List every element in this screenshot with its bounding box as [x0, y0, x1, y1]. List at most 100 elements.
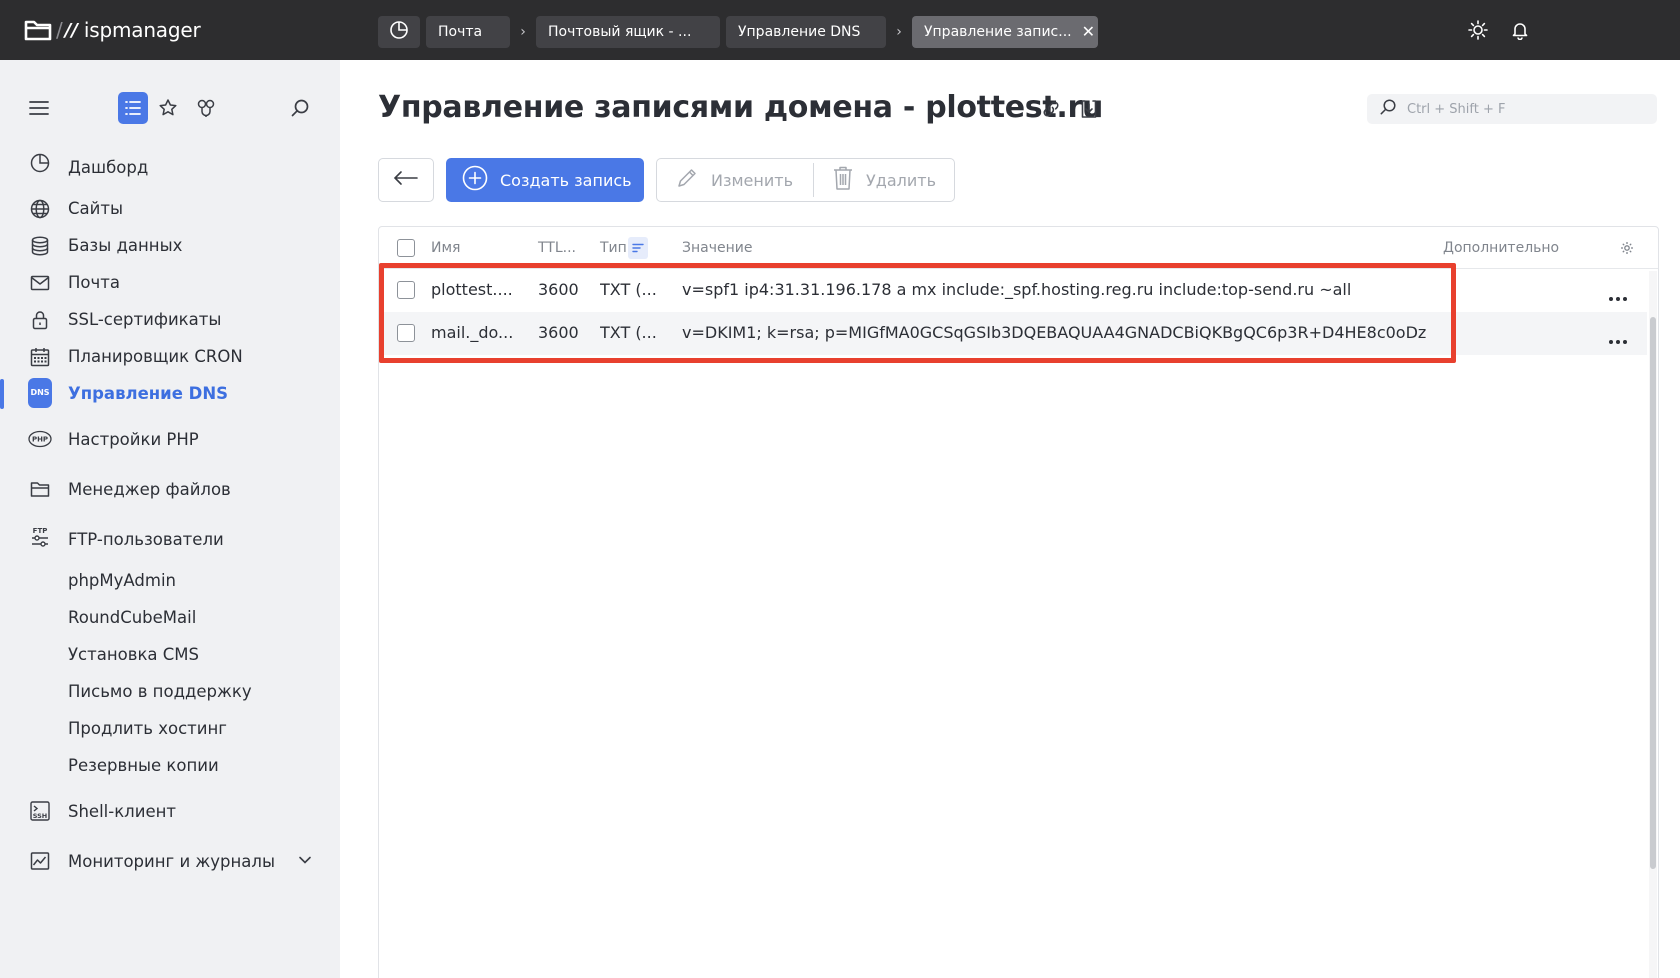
- favorites-star-icon[interactable]: [158, 98, 178, 122]
- title-actions: [1040, 98, 1100, 124]
- delete-button[interactable]: Удалить: [814, 159, 936, 201]
- cell-ttl: 3600: [538, 280, 579, 299]
- breadcrumb-records-label: Управление запис...: [924, 24, 1072, 40]
- breadcrumb-mailbox[interactable]: Почтовый ящик - ...: [536, 16, 720, 48]
- sidebar-item-backups[interactable]: Резервные копии: [0, 747, 340, 784]
- sprout-icon[interactable]: [196, 98, 216, 122]
- sidebar-item-ssl[interactable]: SSL-сертификаты: [0, 301, 340, 338]
- cell-ttl: 3600: [538, 323, 579, 342]
- global-search[interactable]: [1367, 94, 1657, 124]
- download-document-icon[interactable]: [1078, 98, 1100, 124]
- record-actions-group: Изменить Удалить: [656, 158, 955, 202]
- close-icon[interactable]: ✕: [1082, 24, 1095, 40]
- chevron-down-icon[interactable]: [298, 852, 312, 871]
- more-options-icon[interactable]: [1608, 287, 1628, 306]
- breadcrumb: Почта › Почтовый ящик - ... Управление D…: [378, 16, 1098, 48]
- sidebar-toolbar: [28, 92, 318, 124]
- gear-icon[interactable]: [1620, 241, 1634, 259]
- sidebar-item-label: Резервные копии: [68, 756, 219, 775]
- main-content: Управление записями домена - plottest.ru…: [340, 60, 1680, 978]
- chevron-right-icon: ›: [520, 24, 526, 40]
- breadcrumb-dns[interactable]: Управление DNS: [726, 16, 886, 48]
- pencil-icon: [675, 166, 699, 194]
- monitoring-icon: [28, 849, 52, 873]
- column-header-extra[interactable]: Дополнительно: [1443, 240, 1559, 256]
- cell-name: mail._do...: [431, 323, 514, 342]
- row-checkbox[interactable]: [397, 281, 415, 299]
- search-icon: [1379, 98, 1397, 120]
- svg-text:SSH: SSH: [33, 812, 48, 820]
- sidebar-nav: Дашборд Сайты Базы данных Почта SSL-серт…: [0, 144, 340, 884]
- trash-icon: [832, 165, 854, 195]
- theme-sun-icon[interactable]: [1468, 20, 1488, 44]
- table-row[interactable]: mail._do... 3600 TXT (... v=DKIM1; k=rsa…: [379, 312, 1647, 355]
- sidebar-item-mail[interactable]: Почта: [0, 264, 340, 301]
- cell-value: v=spf1 ip4:31.31.196.178 a mx include:_s…: [682, 280, 1352, 299]
- create-record-label: Создать запись: [500, 170, 632, 190]
- table-row[interactable]: plottest.... 3600 TXT (... v=spf1 ip4:31…: [379, 269, 1647, 312]
- sidebar-item-label: Письмо в поддержку: [68, 682, 252, 701]
- global-search-input[interactable]: [1407, 101, 1647, 117]
- chevron-right-icon: ›: [896, 24, 902, 40]
- sidebar-item-dns[interactable]: DNS Управление DNS: [0, 375, 340, 412]
- logo[interactable]: / // ispmanager: [24, 16, 201, 44]
- sidebar-item-label: FTP-пользователи: [68, 529, 224, 549]
- folder-logo-icon: [24, 18, 52, 42]
- sidebar-item-php[interactable]: PHP Настройки PHP: [0, 412, 340, 462]
- logo-separator: /: [56, 18, 63, 42]
- column-header-type[interactable]: Тип: [600, 240, 627, 256]
- dns-records-table: Имя TTL... Тип Значение Дополнительно pl…: [378, 226, 1659, 978]
- sidebar-item-file-manager[interactable]: Менеджер файлов: [0, 462, 340, 512]
- notification-bell-icon[interactable]: [1510, 20, 1530, 44]
- breadcrumb-mail[interactable]: Почта: [426, 16, 510, 48]
- sidebar-item-phpmyadmin[interactable]: phpMyAdmin: [0, 562, 340, 599]
- sidebar-item-roundcube[interactable]: RoundCubeMail: [0, 599, 340, 636]
- sidebar-item-renew-hosting[interactable]: Продлить хостинг: [0, 710, 340, 747]
- breadcrumb-records-active[interactable]: Управление запис... ✕: [912, 16, 1098, 48]
- column-header-name[interactable]: Имя: [431, 240, 460, 256]
- search-icon[interactable]: [290, 98, 310, 122]
- ssh-icon: SSH: [28, 799, 52, 823]
- sidebar-item-monitoring[interactable]: Мониторинг и журналы: [0, 834, 340, 884]
- link-icon[interactable]: [1040, 98, 1062, 124]
- sidebar-item-label: Продлить хостинг: [68, 719, 227, 738]
- sidebar-item-label: Мониторинг и журналы: [68, 851, 275, 871]
- scrollbar-thumb[interactable]: [1650, 317, 1656, 869]
- select-all-checkbox[interactable]: [397, 239, 415, 257]
- sidebar-item-label: Менеджер файлов: [68, 479, 231, 499]
- sidebar-item-sites[interactable]: Сайты: [0, 190, 340, 227]
- sidebar-item-label: Сайты: [68, 199, 123, 218]
- sidebar-item-label: RoundCubeMail: [68, 608, 197, 627]
- cell-value: v=DKIM1; k=rsa; p=MIGfMA0GCSqGSIb3DQEBAQ…: [682, 323, 1427, 342]
- row-checkbox[interactable]: [397, 324, 415, 342]
- cell-type: TXT (...: [600, 280, 657, 299]
- sidebar-item-dashboard[interactable]: Дашборд: [0, 144, 340, 190]
- page-title: Управление записями домена - plottest.ru: [378, 90, 1104, 125]
- dashboard-icon: [28, 151, 52, 175]
- more-options-icon[interactable]: [1608, 330, 1628, 349]
- back-button[interactable]: [378, 158, 434, 202]
- menu-hamburger-icon[interactable]: [28, 98, 50, 122]
- column-header-value[interactable]: Значение: [682, 240, 752, 256]
- sidebar-item-databases[interactable]: Базы данных: [0, 227, 340, 264]
- top-bar: / // ispmanager Почта › Почтовый ящик - …: [0, 0, 1680, 60]
- php-icon: PHP: [28, 427, 52, 451]
- sidebar-item-ftp[interactable]: FTP FTP-пользователи: [0, 512, 340, 562]
- sort-icon[interactable]: [628, 237, 648, 259]
- logo-mark: //: [64, 19, 78, 41]
- create-record-button[interactable]: Создать запись: [446, 158, 644, 202]
- sidebar-item-label: Базы данных: [68, 236, 183, 255]
- list-view-toggle[interactable]: [118, 92, 148, 124]
- sidebar-item-label: Дашборд: [68, 157, 149, 177]
- edit-label: Изменить: [711, 170, 793, 190]
- top-actions: [1468, 20, 1530, 44]
- sidebar-item-support-letter[interactable]: Письмо в поддержку: [0, 673, 340, 710]
- ftp-icon: FTP: [28, 526, 52, 550]
- sidebar-item-cron[interactable]: Планировщик CRON: [0, 338, 340, 375]
- sidebar-item-install-cms[interactable]: Установка CMS: [0, 636, 340, 673]
- sidebar-item-shell[interactable]: SSH Shell-клиент: [0, 784, 340, 834]
- breadcrumb-dashboard-button[interactable]: [378, 16, 420, 48]
- column-header-ttl[interactable]: TTL...: [538, 240, 576, 256]
- sidebar-item-label: Планировщик CRON: [68, 347, 243, 366]
- edit-button[interactable]: Изменить: [657, 163, 814, 197]
